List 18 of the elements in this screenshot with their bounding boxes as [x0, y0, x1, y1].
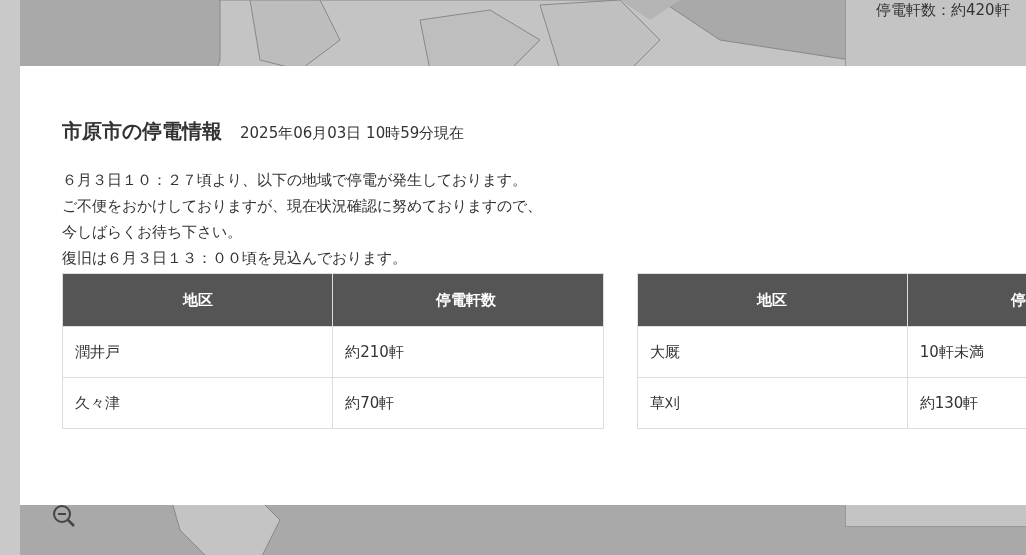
zoom-out-icon[interactable]: [52, 504, 76, 528]
table-cell: 約70軒: [332, 377, 603, 429]
message-line: ご不便をおかけしておりますが、現在状況確認に努めておりますので、: [62, 196, 542, 217]
message-line: 今しばらくお待ち下さい。: [62, 222, 242, 243]
outage-count: 停電軒数：約420軒: [876, 2, 1010, 18]
column-header: 地区: [637, 273, 908, 327]
modal-title: 市原市の停電情報: [62, 118, 222, 145]
timestamp: 2025年06月03日 10時59分現在: [240, 124, 465, 143]
column-header: 停: [907, 273, 1026, 327]
table-cell: 大厩: [637, 326, 908, 378]
table-cell: 久々津: [62, 377, 333, 429]
column-header: 地区: [62, 273, 333, 327]
table-cell: 草刈: [637, 377, 908, 429]
message-line: 復旧は６月３日１３：００頃を見込んでおります。: [62, 248, 407, 269]
column-header: 停電軒数: [332, 273, 603, 327]
table-cell: 約210軒: [332, 326, 603, 378]
message-line: ６月３日１０：２７頃より、以下の地域で停電が発生しております。: [62, 170, 527, 191]
table-cell: 潤井戸: [62, 326, 333, 378]
